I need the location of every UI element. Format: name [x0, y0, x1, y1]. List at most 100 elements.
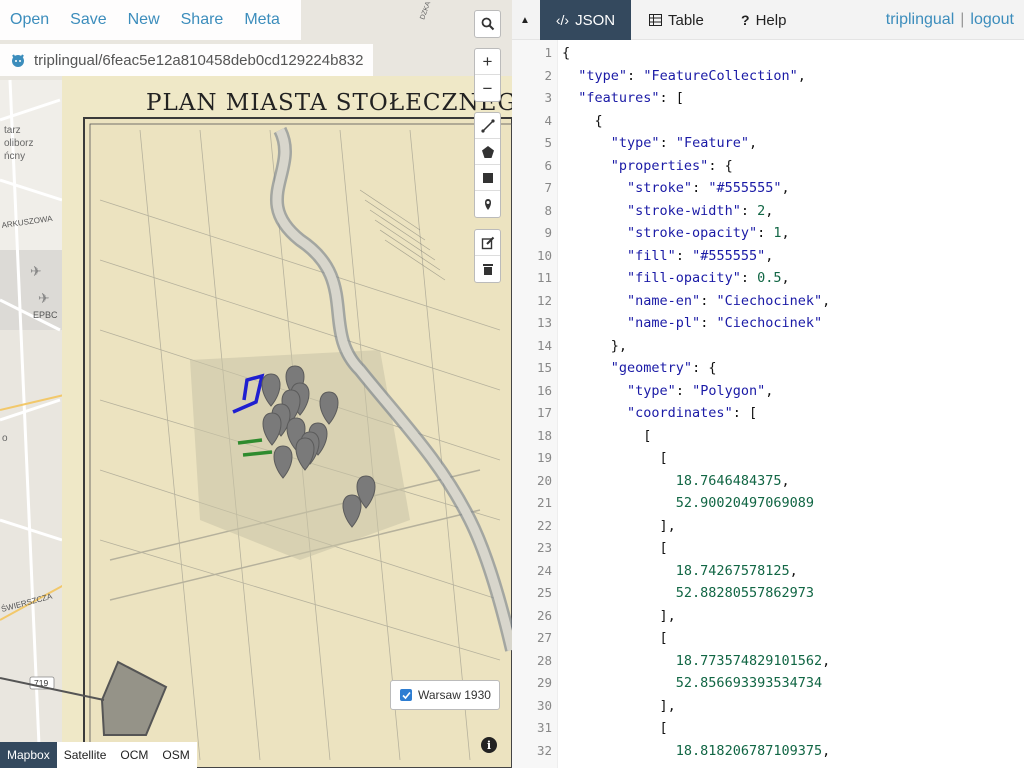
map-pane[interactable]: PLAN MIASTA STOŁECZNEGO W tarz oliborz ń…	[0, 0, 512, 768]
zoom-out-button[interactable]: −	[475, 75, 500, 101]
code-text[interactable]: "properties": {	[562, 155, 733, 178]
code-line[interactable]: 21 52.90020497069089	[512, 492, 1024, 515]
code-line[interactable]: 24 18.74267578125,	[512, 560, 1024, 583]
open-button[interactable]: Open	[10, 11, 49, 29]
code-text[interactable]: "geometry": {	[562, 357, 717, 380]
code-text[interactable]: [	[562, 447, 668, 470]
new-button[interactable]: New	[128, 11, 160, 29]
code-text[interactable]: {	[562, 42, 570, 65]
draw-line-button[interactable]	[475, 113, 500, 139]
code-text[interactable]: "fill": "#555555",	[562, 245, 773, 268]
code-text[interactable]: [	[562, 717, 668, 740]
code-text[interactable]: "stroke": "#555555",	[562, 177, 790, 200]
code-text[interactable]: },	[562, 335, 627, 358]
basemap-mapbox[interactable]: Mapbox	[0, 742, 57, 768]
code-text[interactable]: 18.773574829101562,	[562, 650, 830, 673]
code-text[interactable]: 52.88280557862973	[562, 582, 814, 605]
layer-checkbox[interactable]	[400, 689, 412, 701]
code-text[interactable]: {	[562, 110, 603, 133]
draw-marker-button[interactable]	[475, 191, 500, 217]
logout-link[interactable]: logout	[970, 11, 1014, 29]
delete-layers-button[interactable]	[475, 256, 500, 282]
code-line[interactable]: 29 52.856693393534734	[512, 672, 1024, 695]
code-text[interactable]: "coordinates": [	[562, 402, 757, 425]
code-line[interactable]: 4 {	[512, 110, 1024, 133]
code-line[interactable]: 5 "type": "Feature",	[512, 132, 1024, 155]
code-line[interactable]: 9 "stroke-opacity": 1,	[512, 222, 1024, 245]
search-button[interactable]	[475, 11, 500, 37]
code-text[interactable]: "stroke-width": 2,	[562, 200, 773, 223]
code-line[interactable]: 31 [	[512, 717, 1024, 740]
user-menu: triplingual | logout	[886, 0, 1014, 40]
draw-polygon-button[interactable]	[475, 139, 500, 165]
edit-layers-button[interactable]	[475, 230, 500, 256]
code-text[interactable]: 18.74267578125,	[562, 560, 798, 583]
code-text[interactable]: [	[562, 627, 668, 650]
code-line[interactable]: 26 ],	[512, 605, 1024, 628]
code-line[interactable]: 14 },	[512, 335, 1024, 358]
layer-toggle[interactable]: Warsaw 1930	[390, 680, 500, 710]
zoom-in-button[interactable]: +	[475, 49, 500, 75]
tab-json[interactable]: ‹/› JSON	[540, 0, 631, 40]
code-text[interactable]: 18.818206787109375,	[562, 740, 830, 763]
code-text[interactable]: 18.7646484375,	[562, 470, 790, 493]
code-line[interactable]: 1{	[512, 42, 1024, 65]
json-editor[interactable]: 1{2 "type": "FeatureCollection", 3 "featu…	[512, 40, 1024, 768]
draw-rectangle-button[interactable]	[475, 165, 500, 191]
code-line[interactable]: 23 [	[512, 537, 1024, 560]
code-text[interactable]: ],	[562, 515, 676, 538]
code-text[interactable]: "name-pl": "Ciechocinek"	[562, 312, 822, 335]
code-line[interactable]: 11 "fill-opacity": 0.5,	[512, 267, 1024, 290]
save-button[interactable]: Save	[70, 11, 106, 29]
code-text[interactable]: ],	[562, 695, 676, 718]
code-line[interactable]: 15 "geometry": {	[512, 357, 1024, 380]
line-number: 32	[536, 742, 552, 758]
code-line[interactable]: 22 ],	[512, 515, 1024, 538]
code-text[interactable]: "fill-opacity": 0.5,	[562, 267, 790, 290]
code-line[interactable]: 17 "coordinates": [	[512, 402, 1024, 425]
code-line[interactable]: 25 52.88280557862973	[512, 582, 1024, 605]
code-line[interactable]: 3 "features": [	[512, 87, 1024, 110]
code-text[interactable]: 52.856693393534734	[562, 672, 822, 695]
code-text[interactable]: [	[562, 537, 668, 560]
code-line[interactable]: 16 "type": "Polygon",	[512, 380, 1024, 403]
code-text[interactable]: ],	[562, 605, 676, 628]
code-line[interactable]: 12 "name-en": "Ciechocinek",	[512, 290, 1024, 313]
tab-table[interactable]: Table	[649, 0, 704, 40]
code-line[interactable]: 7 "stroke": "#555555",	[512, 177, 1024, 200]
code-line[interactable]: 6 "properties": {	[512, 155, 1024, 178]
code-line[interactable]: 8 "stroke-width": 2,	[512, 200, 1024, 223]
line-number: 19	[536, 450, 552, 465]
code-line[interactable]: 32 18.818206787109375,	[512, 740, 1024, 763]
code-line[interactable]: 18 [	[512, 425, 1024, 448]
historic-map-canvas[interactable]: PLAN MIASTA STOŁECZNEGO W tarz oliborz ń…	[0, 0, 512, 768]
code-text[interactable]: "type": "FeatureCollection",	[562, 65, 806, 88]
code-line[interactable]: 10 "fill": "#555555",	[512, 245, 1024, 268]
gist-path[interactable]: triplingual/6feac5e12a810458deb0cd129224…	[34, 52, 363, 69]
basemap-ocm[interactable]: OCM	[113, 742, 155, 768]
code-text[interactable]: "type": "Feature",	[562, 132, 757, 155]
code-line[interactable]: 2 "type": "FeatureCollection",	[512, 65, 1024, 88]
code-line[interactable]: 27 [	[512, 627, 1024, 650]
tab-help[interactable]: ? Help	[741, 0, 786, 40]
code-text[interactable]: [	[562, 425, 651, 448]
collapse-pane-icon[interactable]: ▲	[520, 15, 530, 26]
meta-button[interactable]: Meta	[244, 11, 280, 29]
code-text[interactable]: 52.90020497069089	[562, 492, 814, 515]
share-button[interactable]: Share	[181, 11, 224, 29]
gist-link[interactable]: triplingual/6feac5e12a810458deb0cd129224…	[0, 44, 374, 76]
line-number: 8	[544, 202, 552, 218]
basemap-satellite[interactable]: Satellite	[57, 742, 114, 768]
code-line[interactable]: 13 "name-pl": "Ciechocinek"	[512, 312, 1024, 335]
basemap-osm[interactable]: OSM	[155, 742, 196, 768]
info-icon[interactable]: i	[481, 737, 497, 753]
code-text[interactable]: "stroke-opacity": 1,	[562, 222, 790, 245]
username-link[interactable]: triplingual	[886, 11, 954, 29]
code-text[interactable]: "features": [	[562, 87, 684, 110]
code-line[interactable]: 20 18.7646484375,	[512, 470, 1024, 493]
code-line[interactable]: 30 ],	[512, 695, 1024, 718]
code-text[interactable]: "name-en": "Ciechocinek",	[562, 290, 830, 313]
code-line[interactable]: 19 [	[512, 447, 1024, 470]
code-line[interactable]: 28 18.773574829101562,	[512, 650, 1024, 673]
code-text[interactable]: "type": "Polygon",	[562, 380, 773, 403]
